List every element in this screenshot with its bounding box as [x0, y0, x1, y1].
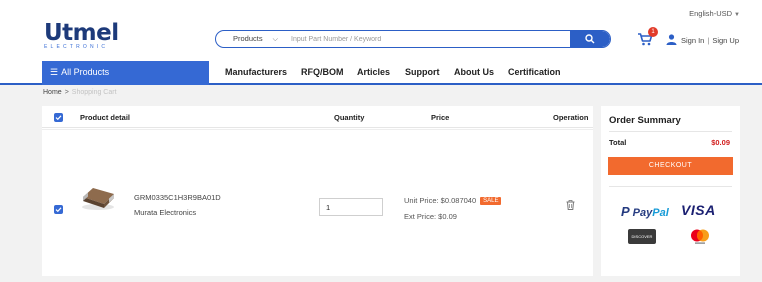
logo-wordmark: Utmel: [44, 20, 119, 46]
ext-price: Ext Price: $0.09: [404, 212, 457, 221]
checkout-button[interactable]: CHECKOUT: [608, 157, 733, 175]
language-label: English-USD: [689, 9, 733, 18]
order-summary-panel: Order Summary Total $0.09 CHECKOUT P PayP…: [601, 106, 740, 276]
search-bar: Products ⌵: [215, 30, 611, 48]
select-all-checkbox[interactable]: [54, 113, 63, 122]
discover-logo: DISCOVER: [628, 229, 656, 244]
paypal-pay-text: Pay: [632, 207, 653, 219]
auth-links: Sign In | Sign Up: [681, 36, 739, 45]
cart-panel: Product detail Quantity Price Operation …: [42, 106, 593, 276]
quantity-input[interactable]: [319, 198, 383, 216]
cart-item-row: GRM0335C1H3R9BA01D Murata Electronics Un…: [42, 129, 593, 276]
column-quantity: Quantity: [334, 113, 365, 122]
column-operation: Operation: [553, 113, 589, 122]
trash-icon[interactable]: [566, 200, 575, 210]
divider: [609, 186, 732, 187]
order-summary-title: Order Summary: [609, 115, 681, 126]
auth-separator: |: [707, 36, 710, 45]
mastercard-logo: [691, 229, 709, 244]
chevron-right-icon: >: [64, 89, 69, 96]
chevron-down-icon: ▼: [734, 12, 740, 18]
sign-in-link[interactable]: Sign In: [681, 36, 704, 45]
menu-icon: ☰: [50, 67, 59, 77]
column-price: Price: [431, 113, 450, 122]
chevron-down-icon: ⌵: [272, 36, 278, 43]
nav-rfq-bom[interactable]: RFQ/BOM: [301, 67, 344, 77]
breadcrumb: Home > Shopping Cart: [43, 89, 117, 96]
language-currency-selector[interactable]: English-USD ▼: [689, 9, 740, 18]
search-input[interactable]: [291, 32, 561, 46]
site-logo[interactable]: Utmel ELECTRONIC: [44, 20, 119, 51]
sign-up-link[interactable]: Sign Up: [712, 36, 739, 45]
checkmark-icon: [55, 115, 62, 121]
cart-count-badge: 1: [648, 27, 658, 37]
breadcrumb-home[interactable]: Home: [43, 89, 62, 96]
checkmark-icon: [55, 207, 62, 213]
search-button[interactable]: [570, 31, 610, 47]
search-icon: [585, 34, 595, 44]
total-value: $0.09: [711, 138, 730, 147]
cart-table-header: Product detail Quantity Price Operation: [42, 106, 593, 128]
breadcrumb-current: Shopping Cart: [71, 89, 117, 96]
column-product-detail: Product detail: [80, 113, 131, 122]
product-part-number[interactable]: GRM0335C1H3R9BA01D: [134, 193, 221, 202]
unit-price: Unit Price: $0.087040 SALE: [404, 196, 502, 205]
sale-badge: SALE: [480, 197, 502, 205]
nav-manufacturers[interactable]: Manufacturers: [225, 67, 287, 77]
paypal-logo: P PayPal: [621, 204, 669, 219]
unit-price-text: Unit Price: $0.087040: [404, 196, 477, 205]
paypal-icon: P: [621, 204, 630, 219]
user-icon: [666, 34, 677, 45]
nav-certification[interactable]: Certification: [508, 67, 561, 77]
all-products-label: All Products: [61, 67, 110, 77]
total-label: Total: [609, 138, 627, 147]
search-category-dropdown[interactable]: Products ⌵: [233, 31, 278, 47]
item-checkbox[interactable]: [54, 205, 63, 214]
product-thumbnail[interactable]: [79, 182, 117, 212]
paypal-pal-text: Pal: [652, 207, 669, 219]
logo-tagline: ELECTRONIC: [44, 44, 109, 50]
nav-support[interactable]: Support: [405, 67, 440, 77]
nav-about-us[interactable]: About Us: [454, 67, 494, 77]
search-category-label: Products: [233, 34, 263, 43]
visa-logo: VISA: [681, 202, 716, 218]
nav-articles[interactable]: Articles: [357, 67, 390, 77]
product-manufacturer: Murata Electronics: [134, 208, 197, 217]
divider: [609, 131, 732, 132]
all-products-menu[interactable]: ☰ All Products: [42, 61, 209, 85]
